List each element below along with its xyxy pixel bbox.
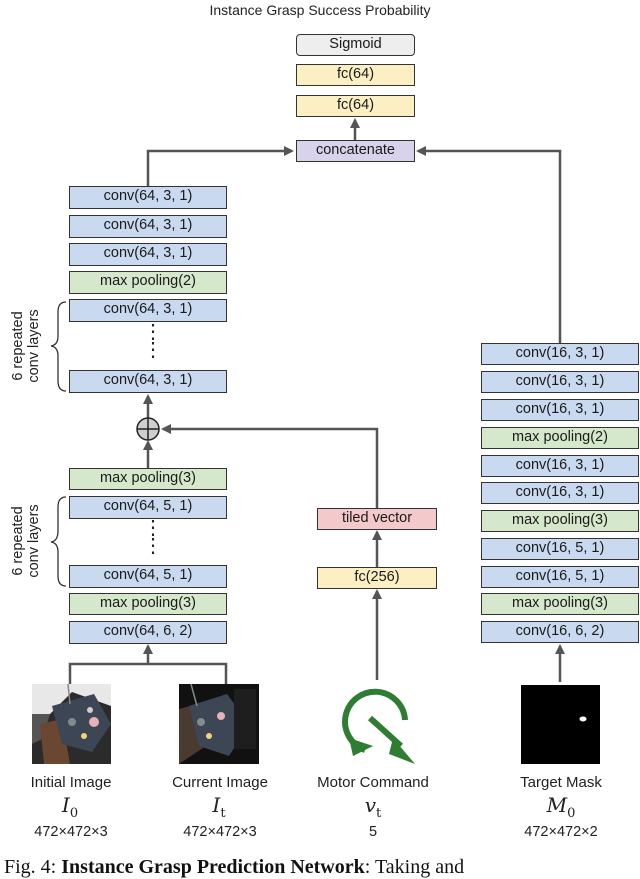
right-pool-layer: max pooling(3) xyxy=(481,510,639,532)
right-pool-layer: max pooling(2) xyxy=(481,427,639,449)
left-conv-layer: conv(64, 3, 1) xyxy=(69,215,227,238)
left-conv-layer: conv(64, 5, 1) xyxy=(69,565,227,588)
input-dims: 472×472×3 xyxy=(34,824,108,840)
input-symbol: It xyxy=(212,793,226,821)
input-dims: 5 xyxy=(368,824,378,840)
right-pool-layer: max pooling(3) xyxy=(481,593,639,615)
input-label: Target Mask xyxy=(520,774,602,791)
ellipsis-upper: ⋮ xyxy=(143,321,163,343)
current-image-thumbnail xyxy=(179,684,259,764)
motor-command-icon xyxy=(342,688,415,764)
left-conv-layer: conv(64, 3, 1) xyxy=(69,370,227,393)
fc64-layer-top: fc(64) xyxy=(296,64,415,86)
left-pool-layer: max pooling(3) xyxy=(69,468,227,490)
arrow-right-to-concat xyxy=(416,146,562,343)
input-label: Initial Image xyxy=(30,774,112,791)
right-conv-layer: conv(16, 6, 2) xyxy=(481,621,639,643)
left-pool-layer: max pooling(2) xyxy=(69,271,227,294)
tiled-vector-layer: tiled vector xyxy=(317,508,437,530)
left-conv-layer: conv(64, 3, 1) xyxy=(69,299,227,322)
input-symbol: I0 xyxy=(61,793,79,821)
sum-node-icon xyxy=(136,417,160,441)
ellipsis-lower-2: ⋮ xyxy=(143,535,163,557)
sigmoid-layer: Sigmoid xyxy=(296,34,415,56)
left-conv-layer: conv(64, 5, 1) xyxy=(69,496,227,519)
left-conv-layer: conv(64, 3, 1) xyxy=(69,186,227,209)
left-pool-layer: max pooling(3) xyxy=(69,593,227,615)
input-symbol: M0 xyxy=(546,793,576,821)
brace-lower xyxy=(50,496,67,587)
repeat-label-upper: 6 repeated conv layers xyxy=(10,309,42,383)
left-conv-layer: conv(64, 6, 2) xyxy=(69,621,227,644)
input-label: Current Image xyxy=(172,774,268,791)
figure-caption: Fig. 4: Instance Grasp Prediction Networ… xyxy=(4,856,465,878)
ellipsis-upper-2: ⋮ xyxy=(143,339,163,361)
ellipsis-lower: ⋮ xyxy=(143,517,163,539)
right-conv-layer: conv(16, 3, 1) xyxy=(481,399,639,421)
left-conv-layer: conv(64, 3, 1) xyxy=(69,243,227,266)
input-dims: 472×472×2 xyxy=(524,824,598,840)
right-conv-layer: conv(16, 5, 1) xyxy=(481,566,639,588)
right-conv-layer: conv(16, 3, 1) xyxy=(481,371,639,393)
target-mask-thumbnail xyxy=(521,685,600,764)
input-dims: 472×472×3 xyxy=(183,824,257,840)
right-conv-layer: conv(16, 3, 1) xyxy=(481,455,639,477)
concatenate-layer: concatenate xyxy=(296,140,415,162)
input-label: Motor Command xyxy=(317,774,429,791)
initial-image-thumbnail xyxy=(32,684,111,764)
fc64-layer: fc(64) xyxy=(296,95,415,117)
right-conv-layer: conv(16, 3, 1) xyxy=(481,343,639,365)
right-conv-layer: conv(16, 3, 1) xyxy=(481,482,639,504)
right-conv-layer: conv(16, 5, 1) xyxy=(481,538,639,560)
repeat-label-lower: 6 repeated conv layers xyxy=(10,504,42,578)
fc256-layer: fc(256) xyxy=(317,567,437,589)
arrow-left-to-concat xyxy=(146,146,294,186)
brace-upper xyxy=(50,301,67,392)
input-symbol: vt xyxy=(364,793,382,821)
